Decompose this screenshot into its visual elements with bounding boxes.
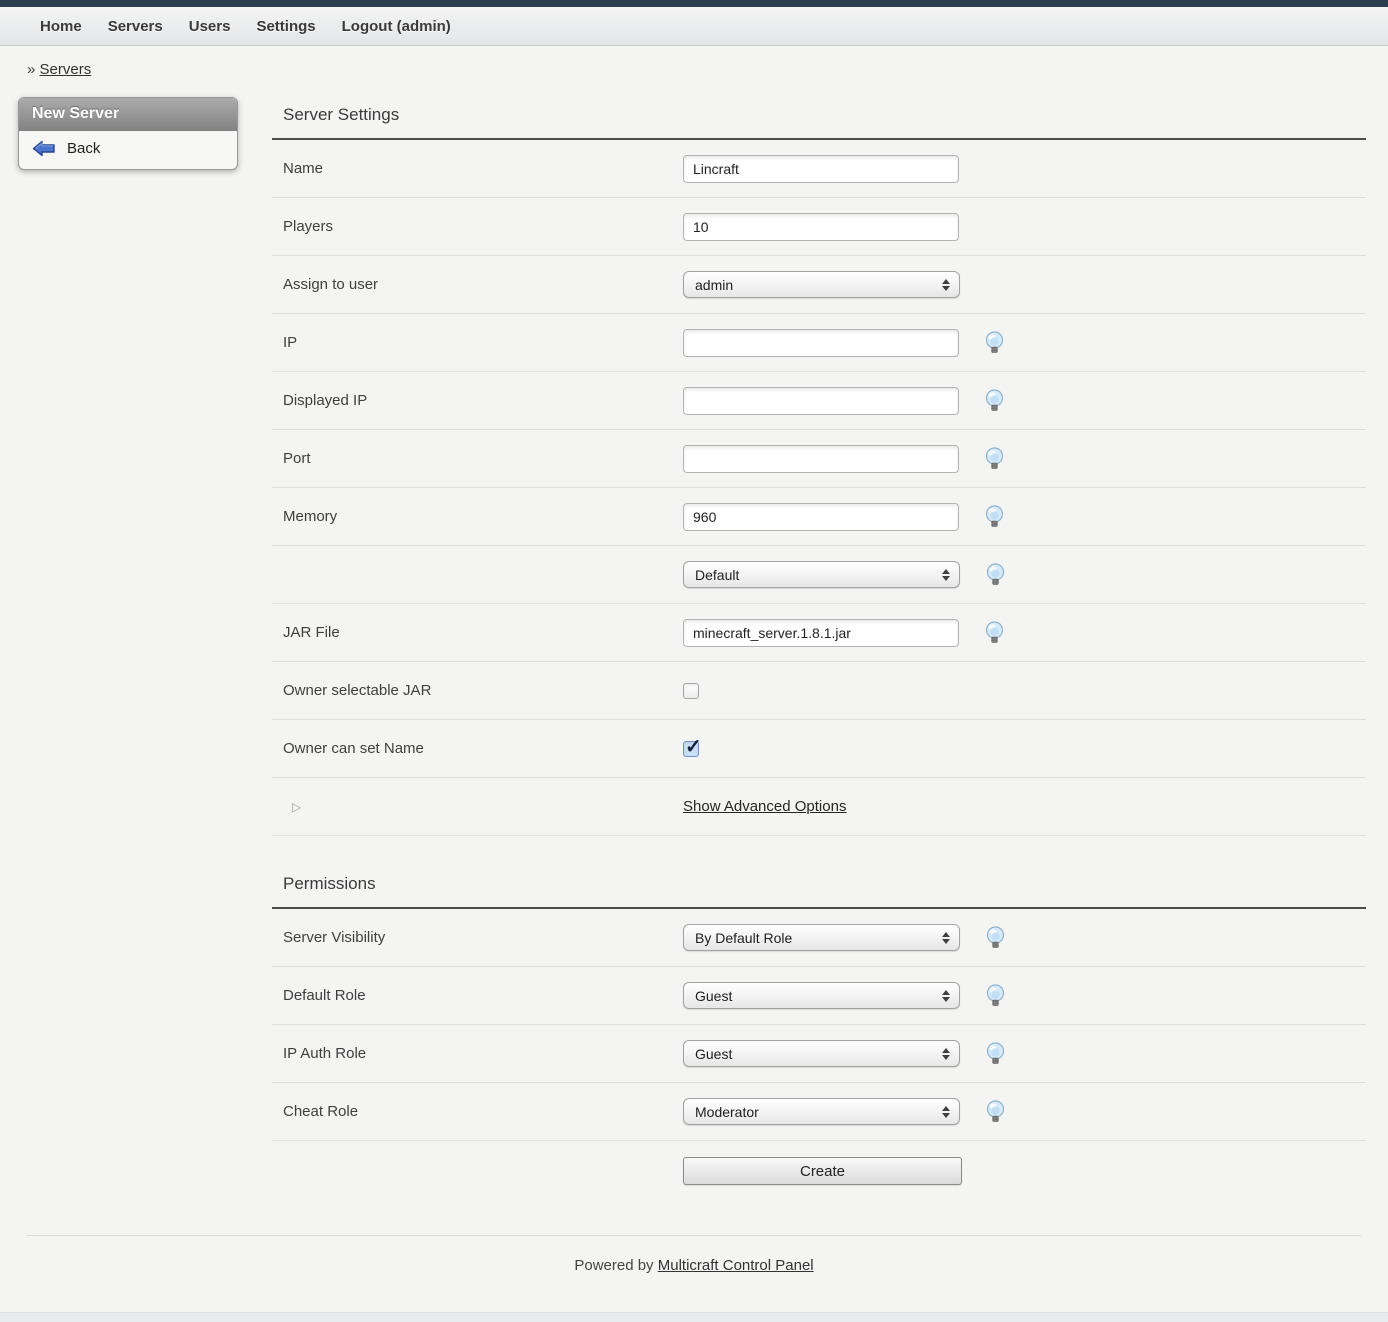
displayed-ip-field[interactable] xyxy=(683,387,959,415)
nav-item-users[interactable]: Users xyxy=(176,18,244,35)
ip-field[interactable] xyxy=(683,329,959,357)
create-row: Create xyxy=(272,1141,1366,1215)
default-role-selected-value: Guest xyxy=(695,988,732,1004)
help-lightbulb-icon[interactable] xyxy=(985,926,1006,950)
help-lightbulb-icon[interactable] xyxy=(984,331,1005,355)
section-title-server-settings: Server Settings xyxy=(272,105,1366,138)
help-lightbulb-icon[interactable] xyxy=(985,1042,1006,1066)
select-stepper-icon xyxy=(942,932,950,944)
nav-item-logout[interactable]: Logout (admin) xyxy=(329,18,464,35)
form-row-memory-preset: Default xyxy=(272,546,1366,604)
form-row-jar-file: JAR File xyxy=(272,604,1366,662)
form-row-advanced-options: ▷ Show Advanced Options xyxy=(272,778,1366,836)
help-lightbulb-icon[interactable] xyxy=(984,389,1005,413)
breadcrumb: » Servers xyxy=(27,61,1388,78)
field-label-owner-selectable-jar: Owner selectable JAR xyxy=(272,682,683,699)
footer-powered-by-text: Powered by xyxy=(574,1257,653,1274)
help-lightbulb-icon[interactable] xyxy=(985,563,1006,587)
select-stepper-icon xyxy=(942,279,950,291)
main-nav: Home Servers Users Settings Logout (admi… xyxy=(0,7,1388,46)
name-field[interactable] xyxy=(683,155,959,183)
footer: Powered by Multicraft Control Panel xyxy=(0,1257,1388,1274)
field-label-server-visibility: Server Visibility xyxy=(272,929,683,946)
default-role-select[interactable]: Guest xyxy=(683,982,960,1009)
field-label-ip-auth-role: IP Auth Role xyxy=(272,1045,683,1062)
server-visibility-select[interactable]: By Default Role xyxy=(683,924,960,951)
jar-file-field[interactable] xyxy=(683,619,959,647)
field-label-players: Players xyxy=(272,218,683,235)
field-label-cheat-role: Cheat Role xyxy=(272,1103,683,1120)
advanced-toggle-triangle-icon: ▷ xyxy=(283,800,301,814)
form-row-port: Port xyxy=(272,430,1366,488)
main-content: Server Settings Name Players Assign to u… xyxy=(272,105,1366,1215)
select-stepper-icon xyxy=(942,1048,950,1060)
breadcrumb-arrows-icon: » xyxy=(27,61,35,78)
cheat-role-selected-value: Moderator xyxy=(695,1104,759,1120)
form-row-name: Name xyxy=(272,140,1366,198)
field-label-jar-file: JAR File xyxy=(272,624,683,641)
breadcrumb-link-servers[interactable]: Servers xyxy=(40,61,92,78)
players-field[interactable] xyxy=(683,213,959,241)
nav-item-servers[interactable]: Servers xyxy=(95,18,176,35)
form-row-default-role: Default Role Guest xyxy=(272,967,1366,1025)
sidebar-panel: New Server Back xyxy=(18,97,238,170)
sidebar-item-back[interactable]: Back xyxy=(19,131,237,169)
help-lightbulb-icon[interactable] xyxy=(985,1100,1006,1124)
form-row-memory: Memory xyxy=(272,488,1366,546)
field-label-default-role: Default Role xyxy=(272,987,683,1004)
form-row-ip-auth-role: IP Auth Role Guest xyxy=(272,1025,1366,1083)
footer-divider xyxy=(27,1235,1361,1236)
help-lightbulb-icon[interactable] xyxy=(984,621,1005,645)
server-visibility-selected-value: By Default Role xyxy=(695,930,792,946)
sidebar-title: New Server xyxy=(19,98,237,131)
nav-item-home[interactable]: Home xyxy=(27,18,95,35)
owner-can-set-name-checkbox[interactable] xyxy=(683,741,699,757)
form-row-cheat-role: Cheat Role Moderator xyxy=(272,1083,1366,1141)
field-label-ip: IP xyxy=(272,334,683,351)
form-row-assign-to-user: Assign to user admin xyxy=(272,256,1366,314)
form-row-ip: IP xyxy=(272,314,1366,372)
footer-multicraft-link[interactable]: Multicraft Control Panel xyxy=(658,1257,814,1274)
form-row-displayed-ip: Displayed IP xyxy=(272,372,1366,430)
form-row-owner-selectable-jar: Owner selectable JAR xyxy=(272,662,1366,720)
cheat-role-select[interactable]: Moderator xyxy=(683,1098,960,1125)
form-row-owner-can-set-name: Owner can set Name xyxy=(272,720,1366,778)
field-label-owner-can-set-name: Owner can set Name xyxy=(272,740,683,757)
section-title-permissions: Permissions xyxy=(272,874,1366,907)
help-lightbulb-icon[interactable] xyxy=(984,447,1005,471)
form-row-server-visibility: Server Visibility By Default Role xyxy=(272,909,1366,967)
back-arrow-icon xyxy=(32,140,56,157)
port-field[interactable] xyxy=(683,445,959,473)
select-stepper-icon xyxy=(942,990,950,1002)
memory-field[interactable] xyxy=(683,503,959,531)
field-label-displayed-ip: Displayed IP xyxy=(272,392,683,409)
field-label-assign-to-user: Assign to user xyxy=(272,276,683,293)
field-label-name: Name xyxy=(272,160,683,177)
bottom-accent-bar xyxy=(0,1312,1388,1322)
create-button[interactable]: Create xyxy=(683,1157,962,1185)
ip-auth-role-selected-value: Guest xyxy=(695,1046,732,1062)
show-advanced-options-link[interactable]: Show Advanced Options xyxy=(683,798,846,815)
assign-to-user-select[interactable]: admin xyxy=(683,271,960,298)
help-lightbulb-icon[interactable] xyxy=(985,984,1006,1008)
field-label-port: Port xyxy=(272,450,683,467)
assign-to-user-selected-value: admin xyxy=(695,277,733,293)
field-label-memory: Memory xyxy=(272,508,683,525)
form-row-players: Players xyxy=(272,198,1366,256)
memory-preset-select[interactable]: Default xyxy=(683,561,960,588)
select-stepper-icon xyxy=(942,569,950,581)
ip-auth-role-select[interactable]: Guest xyxy=(683,1040,960,1067)
memory-preset-selected-value: Default xyxy=(695,567,739,583)
multicraft-new-server-page: Home Servers Users Settings Logout (admi… xyxy=(0,0,1388,1322)
top-accent-bar xyxy=(0,0,1388,7)
back-label: Back xyxy=(67,140,100,157)
nav-item-settings[interactable]: Settings xyxy=(243,18,328,35)
owner-selectable-jar-checkbox[interactable] xyxy=(683,683,699,699)
select-stepper-icon xyxy=(942,1106,950,1118)
help-lightbulb-icon[interactable] xyxy=(984,505,1005,529)
